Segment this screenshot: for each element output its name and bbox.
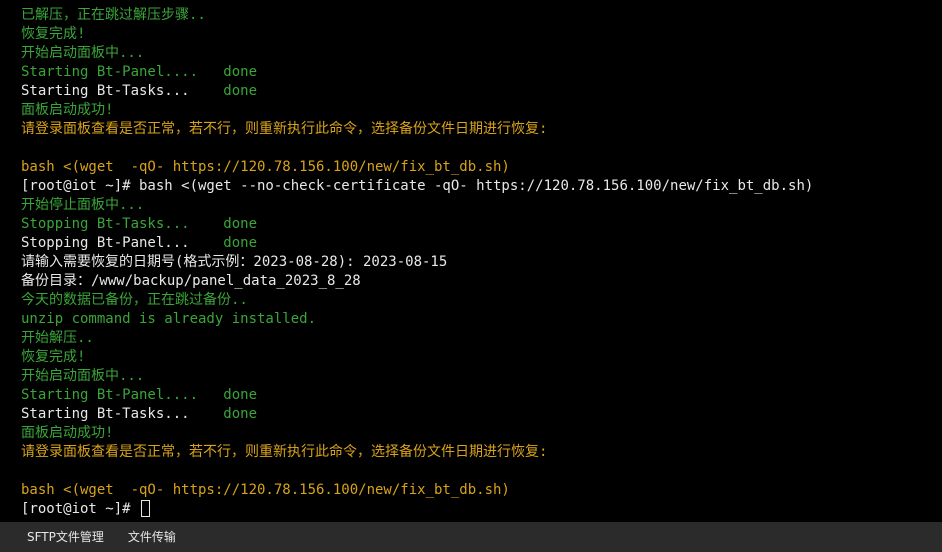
terminal-line: unzip command is already installed. bbox=[21, 310, 942, 329]
terminal-line: 恢复完成! bbox=[21, 25, 942, 44]
terminal-cursor bbox=[141, 500, 151, 517]
terminal-line-text: 今天的数据已备份，正在跳过备份.. bbox=[21, 292, 248, 308]
status-done: done bbox=[223, 83, 258, 99]
terminal-line: 今天的数据已备份，正在跳过备份.. bbox=[21, 291, 942, 310]
tab-sftp-file-manager[interactable]: SFTP文件管理 bbox=[0, 522, 116, 552]
terminal-line-text: 面板启动成功! bbox=[21, 425, 114, 441]
terminal-line: 请登录面板查看是否正常，若不行，则重新执行此命令，选择备份文件日期进行恢复: bbox=[21, 443, 942, 462]
terminal-output[interactable]: 已解压，正在跳过解压步骤.. 恢复完成! 开始启动面板中... Starting Bt… bbox=[0, 0, 942, 522]
terminal-line: 开始启动面板中... bbox=[21, 367, 942, 386]
terminal-line-text: 请登录面板查看是否正常，若不行，则重新执行此命令，选择备份文件日期进行恢复: bbox=[21, 121, 548, 137]
terminal-line: 备份目录：/www/backup/panel_data_2023_8_28 bbox=[21, 272, 942, 291]
terminal-line: [root@iot ~]# bbox=[21, 500, 942, 519]
terminal-line-text: 备份目录：/www/backup/panel_data_2023_8_28 bbox=[21, 273, 361, 289]
status-done: done bbox=[223, 235, 258, 251]
terminal-line: Starting Bt-Panel.... done bbox=[21, 63, 942, 82]
terminal-line: 面板启动成功! bbox=[21, 101, 942, 120]
terminal-line: 请输入需要恢复的日期号(格式示例：2023-08-28): 2023-08-15 bbox=[21, 253, 942, 272]
terminal-line-text: 开始启动面板中... bbox=[21, 368, 145, 384]
terminal-line-text: 恢复完成! bbox=[21, 26, 86, 42]
terminal-line-text: unzip command is already installed. bbox=[21, 311, 317, 327]
terminal-line-text: Stopping Bt-Tasks... done bbox=[21, 216, 258, 232]
terminal-line: Starting Bt-Tasks... done bbox=[21, 405, 942, 424]
terminal-line: 开始解压.. bbox=[21, 329, 942, 348]
terminal-line-text: 恢复完成! bbox=[21, 349, 86, 365]
terminal-line: 开始启动面板中... bbox=[21, 44, 942, 63]
bottom-toolbar: SFTP文件管理 文件传输 bbox=[0, 522, 942, 552]
terminal-line: Starting Bt-Panel.... done bbox=[21, 386, 942, 405]
terminal-line: [root@iot ~]# bash <(wget --no-check-cer… bbox=[21, 177, 942, 196]
terminal-line-text: Starting Bt-Panel.... done bbox=[21, 64, 258, 80]
terminal-line-text: [root@iot ~]# bash <(wget --no-check-cer… bbox=[21, 178, 814, 194]
terminal-line-text: 已解压，正在跳过解压步骤.. bbox=[21, 7, 206, 23]
terminal-line-text: Stopping Bt-Panel... bbox=[21, 235, 224, 251]
terminal-line-text: 请登录面板查看是否正常，若不行，则重新执行此命令，选择备份文件日期进行恢复: bbox=[21, 444, 548, 460]
terminal-line: 请登录面板查看是否正常，若不行，则重新执行此命令，选择备份文件日期进行恢复: bbox=[21, 120, 942, 139]
terminal-line-text: 请输入需要恢复的日期号(格式示例：2023-08-28): 2023-08-15 bbox=[21, 254, 448, 270]
terminal-line-text: [root@iot ~]# bbox=[21, 501, 140, 517]
terminal-line: 开始停止面板中... bbox=[21, 196, 942, 215]
status-done: done bbox=[223, 406, 258, 422]
terminal-line-text: 开始启动面板中... bbox=[21, 45, 145, 61]
terminal-line-text: 开始解压.. bbox=[21, 330, 94, 346]
terminal-line-text: Starting Bt-Tasks... bbox=[21, 83, 224, 99]
tab-file-transfer[interactable]: 文件传输 bbox=[116, 522, 188, 552]
terminal-line-text: Starting Bt-Panel.... done bbox=[21, 387, 258, 403]
terminal-line-text: 面板启动成功! bbox=[21, 102, 114, 118]
terminal-line: Starting Bt-Tasks... done bbox=[21, 82, 942, 101]
terminal-line: Stopping Bt-Panel... done bbox=[21, 234, 942, 253]
terminal-line: 恢复完成! bbox=[21, 348, 942, 367]
terminal-line-text: 开始停止面板中... bbox=[21, 197, 145, 213]
terminal-line-text: bash <(wget -qO- https://120.78.156.100/… bbox=[21, 159, 510, 175]
terminal-line-text: bash <(wget -qO- https://120.78.156.100/… bbox=[21, 482, 510, 498]
terminal-line: bash <(wget -qO- https://120.78.156.100/… bbox=[21, 481, 942, 500]
terminal-line: 面板启动成功! bbox=[21, 424, 942, 443]
terminal-line-text: Starting Bt-Tasks... bbox=[21, 406, 224, 422]
terminal-line: 已解压，正在跳过解压步骤.. bbox=[21, 6, 942, 25]
terminal-line: Stopping Bt-Tasks... done bbox=[21, 215, 942, 234]
terminal-line: bash <(wget -qO- https://120.78.156.100/… bbox=[21, 158, 942, 177]
